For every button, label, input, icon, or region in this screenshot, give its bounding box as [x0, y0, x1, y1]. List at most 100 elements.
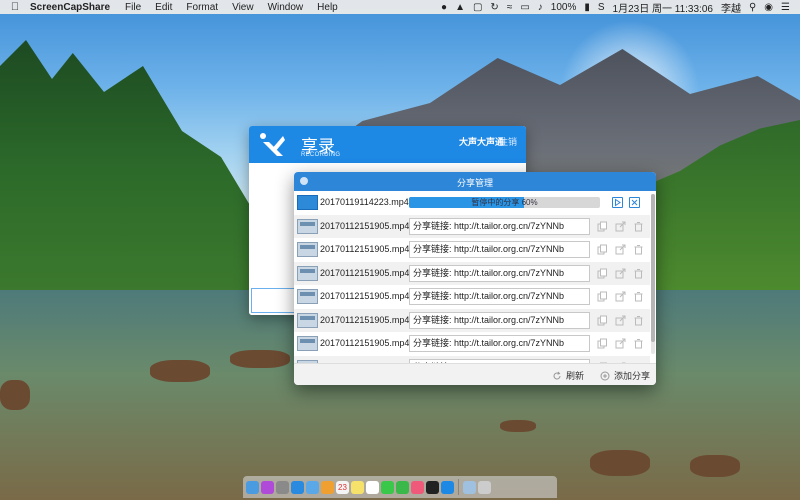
- capture-frame[interactable]: [251, 288, 295, 313]
- resume-button[interactable]: [612, 197, 623, 208]
- siri-icon[interactable]: [261, 480, 274, 494]
- airplay-icon[interactable]: ▭: [520, 2, 529, 13]
- share-link-field[interactable]: 分享链接: http://t.tailor.org.cn/7zYNNb: [409, 288, 590, 305]
- share-row[interactable]: 20170112151905.mp4 分享链接: http://t.tailor…: [294, 214, 650, 238]
- menubar-app-name[interactable]: ScreenCapShare: [30, 2, 110, 13]
- qq-icon[interactable]: [426, 480, 439, 494]
- open-link-button[interactable]: [615, 291, 626, 302]
- trash-icon[interactable]: [478, 480, 491, 494]
- wifi-icon[interactable]: ≈: [507, 2, 513, 13]
- qq-tray-icon[interactable]: ●: [441, 2, 447, 13]
- menu-format[interactable]: Format: [186, 2, 218, 13]
- share-row[interactable]: 20170112151905.mp4 分享链接: http://t.tailor…: [294, 355, 650, 363]
- share-filename: 20170112151905.mp4: [320, 338, 410, 348]
- scrollbar-thumb[interactable]: [651, 194, 655, 342]
- share-list-scrollbar[interactable]: [651, 194, 655, 354]
- input-method-icon[interactable]: S: [598, 2, 605, 13]
- menu-window[interactable]: Window: [268, 2, 304, 13]
- refresh-label: 刷新: [566, 371, 585, 381]
- xianglu-icon[interactable]: [441, 480, 454, 494]
- delete-share-button[interactable]: [633, 221, 644, 232]
- share-row[interactable]: 20170112151905.mp4 分享链接: http://t.tailor…: [294, 332, 650, 356]
- copy-link-button[interactable]: [597, 244, 608, 255]
- open-link-button[interactable]: [615, 338, 626, 349]
- downloads-icon[interactable]: [463, 480, 476, 494]
- share-link-field[interactable]: 分享链接: http://t.tailor.org.cn/7zYNNb: [409, 264, 590, 282]
- copy-link-button[interactable]: [597, 338, 608, 349]
- time-machine-icon[interactable]: ↻: [490, 2, 498, 13]
- battery-icon[interactable]: ▮: [584, 2, 590, 13]
- video-thumbnail: [297, 195, 318, 210]
- copy-icon: [597, 268, 607, 278]
- copy-icon: [597, 291, 607, 302]
- menu-view[interactable]: View: [232, 2, 254, 13]
- trash-icon: [634, 292, 643, 302]
- copy-link-button[interactable]: [597, 291, 608, 302]
- photos-icon[interactable]: [321, 480, 334, 494]
- share-row[interactable]: 20170112151905.mp4 分享链接: http://t.tailor…: [294, 238, 650, 262]
- music-icon[interactable]: [411, 480, 424, 494]
- safari-icon[interactable]: [291, 480, 304, 494]
- display-tray-icon[interactable]: ▢: [473, 2, 482, 13]
- dock: 23: [243, 476, 557, 498]
- facetime-icon[interactable]: [396, 480, 409, 494]
- delete-share-button[interactable]: [633, 315, 644, 326]
- share-link-field[interactable]: 分享链接: http://t.tailor.org.cn/7zYNNb: [409, 241, 590, 258]
- menu-help[interactable]: Help: [317, 2, 338, 13]
- trash-icon: [634, 268, 643, 278]
- external-link-icon: [615, 338, 626, 349]
- cancel-share-button[interactable]: [629, 197, 640, 208]
- launchpad-icon[interactable]: [276, 480, 289, 494]
- username-label[interactable]: 大声大声通: [459, 135, 504, 148]
- copy-link-button[interactable]: [597, 268, 608, 279]
- share-filename: 20170119114223.mp4: [320, 197, 409, 207]
- spotlight-icon[interactable]: ⚲: [749, 2, 756, 13]
- finder-icon[interactable]: [246, 480, 259, 494]
- share-list: 20170119114223.mp4 暂停中的分享 60% 2017011215…: [294, 191, 650, 363]
- trash-icon: [634, 245, 643, 255]
- delete-share-button[interactable]: [633, 244, 644, 255]
- share-row[interactable]: 20170112151905.mp4 分享链接: http://t.tailor…: [294, 285, 650, 309]
- copy-icon: [597, 338, 607, 349]
- video-thumbnail: [297, 336, 318, 351]
- wallpaper-rock: [150, 360, 210, 382]
- notes-icon[interactable]: [351, 480, 364, 494]
- share-link-field[interactable]: 分享链接: http://t.tailor.org.cn/7zYNNb: [409, 311, 590, 329]
- mail-icon[interactable]: [306, 480, 319, 494]
- volume-icon[interactable]: ♪: [538, 2, 543, 13]
- open-link-button[interactable]: [615, 221, 626, 232]
- notification-center-icon[interactable]: ☰: [781, 2, 790, 13]
- open-link-button[interactable]: [615, 244, 626, 255]
- app-logo-icon: [260, 133, 285, 156]
- logout-link[interactable]: 注销: [499, 135, 517, 148]
- battery-percent[interactable]: 100%: [551, 2, 577, 13]
- copy-link-button[interactable]: [597, 221, 608, 232]
- reminders-icon[interactable]: [366, 480, 379, 494]
- external-link-icon: [615, 244, 626, 255]
- ai-tray-icon[interactable]: ▲: [455, 2, 465, 13]
- messages-icon[interactable]: [381, 480, 394, 494]
- share-row[interactable]: 20170112151905.mp4 分享链接: http://t.tailor…: [294, 261, 650, 285]
- delete-share-button[interactable]: [633, 338, 644, 349]
- menubar-clock[interactable]: 1月23日 周一 11:33:06: [613, 0, 713, 15]
- apple-menu-icon[interactable]: : [6, 1, 24, 13]
- copy-link-button[interactable]: [597, 315, 608, 326]
- share-link-field[interactable]: 分享链接: http://t.tailor.org.cn/7zYNNb: [409, 217, 590, 235]
- delete-share-button[interactable]: [633, 268, 644, 279]
- calendar-icon[interactable]: 23: [336, 480, 349, 494]
- share-link-field[interactable]: 分享链接: http://t.tailor.org.cn/7zYNNb: [409, 335, 590, 352]
- share-row-uploading[interactable]: 20170119114223.mp4 暂停中的分享 60%: [294, 191, 650, 215]
- add-share-button[interactable]: 添加分享: [600, 369, 650, 382]
- menubar-user[interactable]: 李越: [721, 0, 741, 15]
- app-subtitle: RECORDING: [301, 152, 341, 158]
- share-row[interactable]: 20170112151905.mp4 分享链接: http://t.tailor…: [294, 308, 650, 332]
- open-link-button[interactable]: [615, 315, 626, 326]
- delete-share-button[interactable]: [633, 291, 644, 302]
- open-link-button[interactable]: [615, 268, 626, 279]
- refresh-button[interactable]: 刷新: [552, 369, 584, 382]
- siri-menubar-icon[interactable]: ◉: [764, 2, 773, 13]
- share-footer: 刷新 添加分享: [294, 363, 656, 385]
- menu-edit[interactable]: Edit: [155, 2, 172, 13]
- menu-file[interactable]: File: [125, 2, 141, 13]
- share-titlebar[interactable]: 分享管理: [294, 172, 656, 191]
